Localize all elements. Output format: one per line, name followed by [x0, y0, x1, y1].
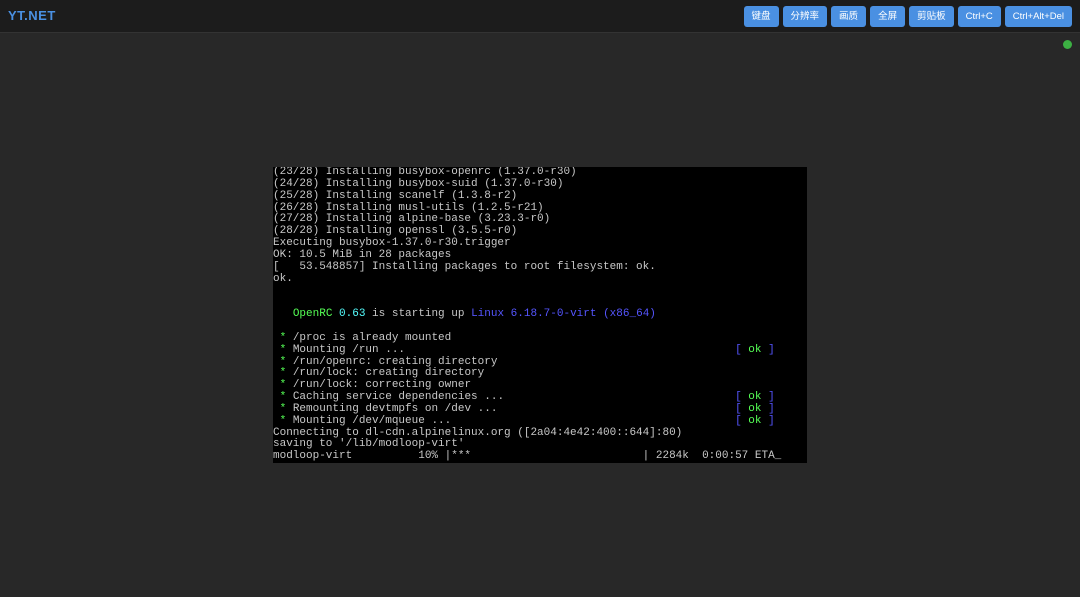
console-text: Linux 6.18.7-0-virt (x86_64) [471, 308, 656, 321]
toolbar: 键盘 分辨率 画质 全屏 剪贴板 Ctrl+C Ctrl+Alt+Del [743, 6, 1072, 27]
console-line: OpenRC 0.63 is starting up Linux 6.18.7-… [273, 308, 807, 321]
console-text: (26/28) Installing musl-utils (1.2.5-r21… [273, 201, 544, 214]
console-line: [ 53.548857] Installing packages to root… [273, 260, 807, 274]
console-text: ] [768, 414, 775, 427]
console-text: is starting up [365, 308, 472, 321]
console-text: saving to '/lib/modloop-virt' [273, 438, 465, 451]
console-text: ok [741, 391, 769, 404]
console-text: ok [741, 402, 769, 415]
vm-console-screen[interactable]: (23/28) Installing busybox-openrc (1.37.… [273, 167, 807, 463]
console-text: 0.63 [339, 308, 366, 321]
console-line: modloop-virt 10% |*** | 2284k 0:00:57 ET… [273, 450, 807, 463]
console-text: [ [735, 402, 742, 415]
console-text: (24/28) Installing busybox-suid (1.37.0-… [273, 177, 564, 190]
console-text: ok [741, 343, 769, 356]
console-text: /run/lock: creating directory [286, 367, 485, 380]
connection-status-icon [1063, 40, 1072, 49]
console-text: OpenRC [292, 308, 333, 321]
console-text: ] [768, 402, 775, 415]
console-text: (27/28) Installing alpine-base (3.23.3-r… [273, 213, 551, 226]
console-text: modloop-virt 10% |*** | 2284k 0:00:57 ET… [273, 450, 782, 463]
console-text: ok. [273, 272, 293, 285]
console-text: Mounting /run ... [286, 343, 736, 356]
console-text: Executing busybox-1.37.0-r30.trigger [273, 237, 511, 250]
console-text: Mounting /dev/mqueue ... [286, 414, 736, 427]
console-line: ok. [273, 272, 807, 286]
ctrl-c-button[interactable]: Ctrl+C [957, 6, 1001, 27]
console-text: ] [768, 343, 775, 356]
console-text: Remounting devtmpfs on /dev ... [286, 402, 736, 415]
console-text: [ 53.548857] Installing packages to root… [273, 260, 656, 273]
console-text: OK: 10.5 MiB in 28 packages [273, 248, 452, 261]
console-text: (28/28) Installing openssl (3.5.5-r0) [273, 225, 518, 238]
console-text: [ [735, 343, 742, 356]
ctrl-alt-del-button[interactable]: Ctrl+Alt+Del [1004, 6, 1072, 27]
console-text: (25/28) Installing scanelf (1.3.8-r2) [273, 189, 518, 202]
keyboard-button[interactable]: 键盘 [743, 6, 779, 27]
console-text: ] [768, 391, 775, 404]
console-text: [ [735, 414, 742, 427]
console-text: (23/28) Installing busybox-openrc (1.37.… [273, 167, 577, 178]
fullscreen-button[interactable]: 全屏 [870, 6, 906, 27]
quality-button[interactable]: 画质 [831, 6, 867, 27]
top-bar: YT.NET 键盘 分辨率 画质 全屏 剪贴板 Ctrl+C Ctrl+Alt+… [0, 0, 1080, 33]
clipboard-button[interactable]: 剪贴板 [909, 6, 954, 27]
console-text: Caching service dependencies ... [286, 391, 736, 404]
console-text: /run/openrc: creating directory [286, 355, 498, 368]
console-text: ok [741, 414, 769, 427]
console-text: Connecting to dl-cdn.alpinelinux.org ([2… [273, 426, 683, 439]
logo: YT.NET [8, 8, 56, 23]
console-text: [ [735, 391, 742, 404]
console-text: /proc is already mounted [286, 331, 452, 344]
resolution-button[interactable]: 分辨率 [782, 6, 828, 27]
console-text: /run/lock: correcting owner [286, 379, 472, 392]
